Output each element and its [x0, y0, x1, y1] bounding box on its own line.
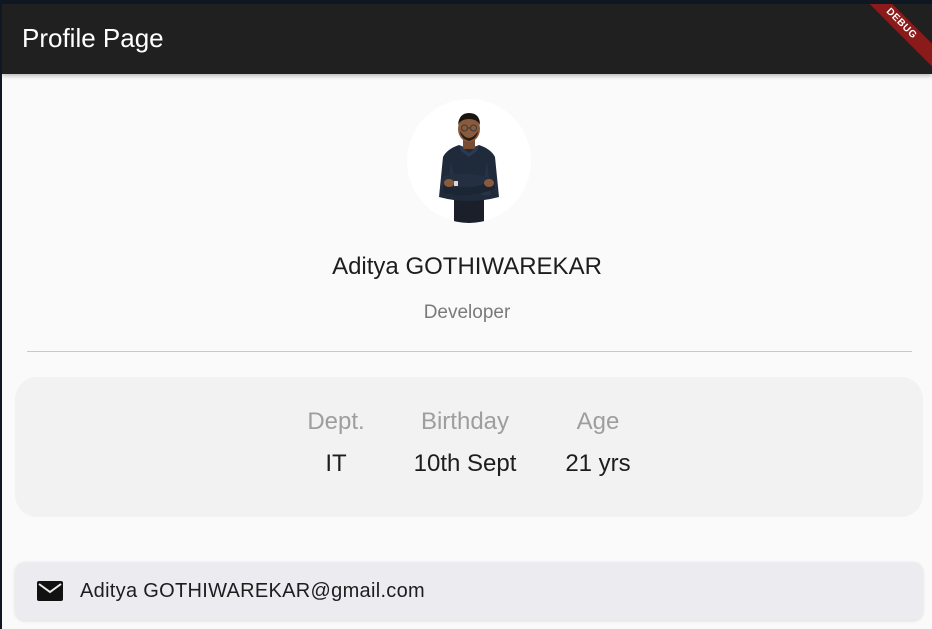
- stat-label: Birthday: [420, 408, 510, 435]
- stat-label: Age: [576, 408, 620, 435]
- profile-role: Developer: [423, 302, 511, 323]
- divider: [27, 351, 912, 352]
- app-bar: Profile Page: [2, 4, 932, 74]
- app-window: Profile Page DEBUG Aditya GOTHIWAREKAR D…: [2, 4, 932, 629]
- person-photo-icon: [439, 113, 499, 223]
- stat-value: 21 yrs: [565, 450, 631, 477]
- mail-icon: [37, 581, 63, 601]
- stat-value: IT: [325, 450, 347, 477]
- stat-value: 10th Sept: [413, 450, 517, 477]
- email-list-tile[interactable]: Aditya GOTHIWAREKAR@gmail.com: [15, 562, 923, 620]
- stat-age: Age 21 yrs: [565, 407, 630, 479]
- stat-department: Dept. IT: [307, 407, 364, 479]
- profile-name: Aditya GOTHIWAREKAR: [332, 253, 602, 280]
- avatar[interactable]: [407, 99, 531, 223]
- stat-label: Dept.: [307, 408, 365, 435]
- page-title: Profile Page: [22, 23, 164, 53]
- stats-card: Dept. IT Birthday 10th Sept Age 21 yrs: [15, 377, 923, 517]
- email-address: Aditya GOTHIWAREKAR@gmail.com: [80, 580, 425, 602]
- stat-birthday: Birthday 10th Sept: [414, 407, 517, 479]
